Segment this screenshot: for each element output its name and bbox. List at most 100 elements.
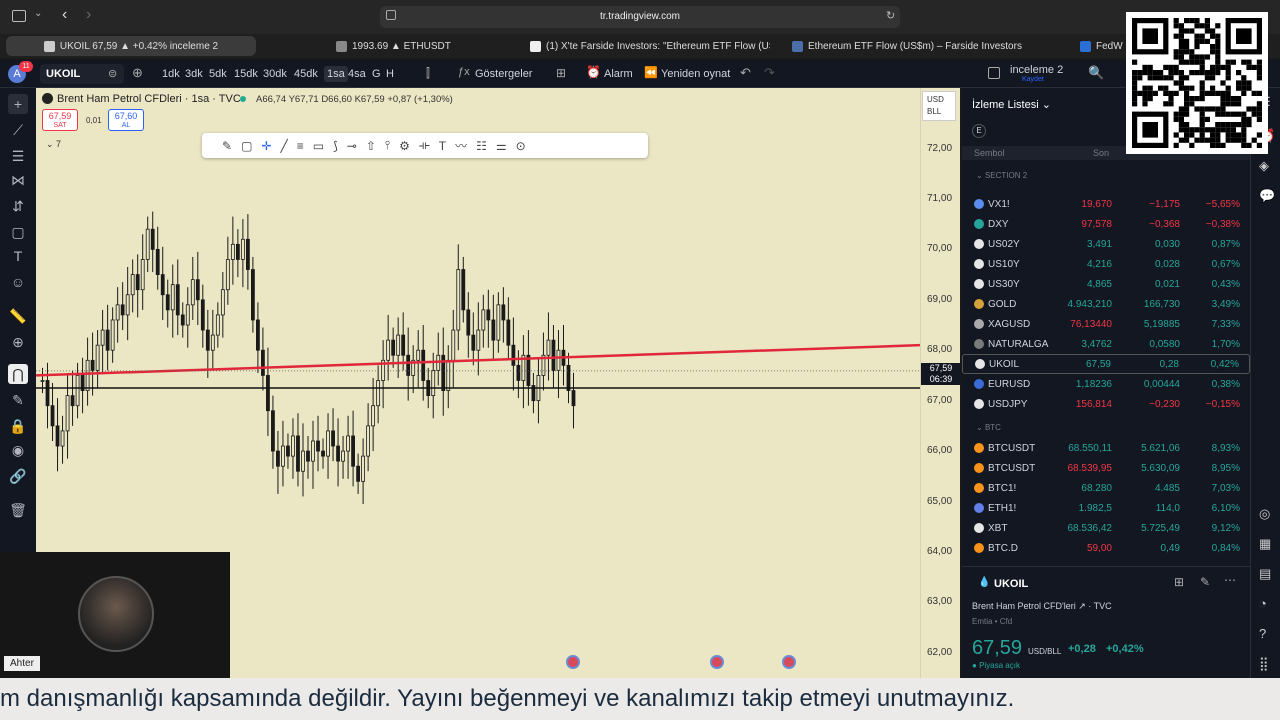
interval-3[interactable]: 15dk (234, 68, 258, 80)
currency-selector[interactable]: USD BLL (922, 91, 956, 121)
magnet-icon[interactable]: ⋂ (8, 364, 28, 384)
replay-icon[interactable]: ⏪ (644, 66, 658, 79)
arrow-up-icon[interactable]: ⇧ (366, 139, 376, 153)
watchlist-row[interactable]: UKOIL 67,59 0,28 0,42% (962, 354, 1250, 374)
line-icon[interactable]: ╱ (280, 139, 287, 153)
crosshair-icon[interactable]: ✛ (261, 139, 271, 153)
measure-icon[interactable]: ⟛ (419, 138, 430, 153)
templates-icon[interactable]: ⊞ (556, 66, 566, 80)
text-tool-icon[interactable]: T (8, 246, 28, 266)
more-icon[interactable]: ⋯ (1224, 573, 1236, 587)
watchlist-row[interactable]: XBT 68.536,42 5.725,49 9,12% (962, 518, 1250, 538)
prediction-tool-icon[interactable]: ⇵ (8, 196, 28, 216)
undo-icon[interactable]: ↶ (740, 65, 751, 81)
sliders-icon[interactable]: ☷ (476, 139, 487, 153)
add-symbol-icon[interactable]: ⊕ (132, 65, 143, 81)
watchlist-row[interactable]: BTCUSDT 68.539,95 5.630,09 8,95% (962, 458, 1250, 478)
watchlist-row[interactable]: US30Y 4,865 0,021 0,43% (962, 274, 1250, 294)
news-icon[interactable]: ▤ (1259, 566, 1271, 582)
symbol-label[interactable]: UKOIL (46, 68, 80, 80)
header-last[interactable]: Son (1093, 148, 1109, 158)
event-flag-icon[interactable] (566, 655, 580, 669)
url-text[interactable]: tr.tradingview.com (560, 11, 720, 22)
alarm-icon[interactable]: ⏰ (586, 65, 601, 79)
watchlist-row[interactable]: XAGUSD 76,13440 5,19885 7,33% (962, 314, 1250, 334)
crosshair-icon[interactable]: + (8, 94, 28, 114)
shape-tool-icon[interactable]: ▢ (8, 222, 28, 242)
edit-icon[interactable]: ✎ (1200, 575, 1210, 589)
tab-x-farside[interactable]: (1) X'te Farside Investors: "Ethereum ET… (530, 36, 770, 56)
watchlist-row[interactable]: US10Y 4,216 0,028 0,67% (962, 254, 1250, 274)
page-menu-icon[interactable] (386, 10, 396, 20)
watchlist-row[interactable]: ETH1! 1.982,5 114,0 6,10% (962, 498, 1250, 518)
chart-title[interactable]: Brent Ham Petrol CFDleri · 1sa · TVC (57, 93, 241, 105)
event-flag-icon[interactable] (710, 655, 724, 669)
search-icon[interactable]: 🔍 (1088, 65, 1104, 81)
chat-icon[interactable]: 💬 (1259, 188, 1275, 204)
chevron-down-icon[interactable]: ⌄ (34, 8, 42, 19)
brain-icon[interactable]: ⚙ (399, 139, 410, 153)
watchlist-row[interactable]: USDJPY 156,814 −0,230 −0,15% (962, 394, 1250, 414)
rss-icon[interactable]: ◔ (1259, 596, 1267, 611)
emoji-tool-icon[interactable]: ☺ (8, 272, 28, 292)
link-icon[interactable]: 🔗 (8, 466, 28, 486)
apps-icon[interactable]: ⣿ (1259, 656, 1269, 672)
grid-icon[interactable]: ⊞ (1174, 575, 1184, 589)
compare-icon[interactable]: ⊜ (108, 67, 117, 80)
lock-icon[interactable]: 🔒 (8, 416, 28, 436)
interval-6[interactable]: 1sa (324, 66, 348, 82)
settings-lines-icon[interactable]: ⚌ (496, 139, 507, 153)
reload-icon[interactable]: ↻ (886, 9, 895, 22)
interval-9[interactable]: H (386, 68, 394, 80)
watchlist-row[interactable]: BTCUSDT 68.550,11 5.621,06 8,93% (962, 438, 1250, 458)
settings-icon[interactable]: ⊙ (516, 139, 526, 153)
interval-5[interactable]: 45dk (294, 68, 318, 80)
tab-ethusdt[interactable]: 1993.69 ▲ ETHUSDT (336, 36, 516, 56)
price-axis[interactable]: USD BLL 72,00 71,00 70,00 69,00 68,00 67,00 66… (920, 88, 961, 678)
text-icon[interactable]: T (439, 139, 446, 153)
sell-button[interactable]: 67,59 SAT (42, 109, 78, 131)
indicator-toggle[interactable]: ⌄ 7 (46, 139, 61, 150)
hline-icon[interactable]: ⊸ (347, 139, 357, 153)
header-symbol[interactable]: Sembol (974, 148, 1005, 158)
interval-2[interactable]: 5dk (209, 68, 227, 80)
calendar-icon[interactable]: ▦ (1259, 536, 1271, 552)
watchlist-row[interactable]: VX1! 19,670 −1,175 −5,65% (962, 194, 1250, 214)
section-header[interactable]: ⌄ BTC (976, 423, 1001, 432)
alarm-button[interactable]: Alarm (604, 68, 633, 80)
forward-icon[interactable]: › (86, 6, 91, 24)
fib-tool-icon[interactable]: ☰ (8, 146, 28, 166)
watchlist-row[interactable]: US02Y 3,491 0,030 0,87% (962, 234, 1250, 254)
lock-drawings-icon[interactable]: ✎ (8, 390, 28, 410)
section-header[interactable]: ⌄ SECTION 2 (976, 171, 1027, 180)
back-icon[interactable]: ‹ (62, 6, 67, 24)
watchlist-title[interactable]: İzleme Listesi ⌄ (972, 98, 1051, 111)
trash-icon[interactable]: 🗑 (8, 500, 28, 520)
watchlist-row[interactable]: DXY 97,578 −0,368 −0,38% (962, 214, 1250, 234)
fork-icon[interactable]: ⫯ (385, 138, 390, 153)
pattern-tool-icon[interactable]: ⋈ (8, 170, 28, 190)
e-icon[interactable]: E (972, 124, 986, 138)
layers-icon[interactable]: ◈ (1259, 158, 1269, 174)
buy-button[interactable]: 67,60 AL (108, 109, 144, 131)
redo-icon[interactable]: ↷ (764, 65, 775, 81)
target-icon[interactable]: ◎ (1259, 506, 1270, 522)
wave-icon[interactable]: 〰 (455, 137, 467, 154)
ruler-icon[interactable]: 📏 (8, 306, 28, 326)
watchlist-row[interactable]: NATURALGA 3,4762 0,0580 1,70% (962, 334, 1250, 354)
lines-icon[interactable]: ≡ (297, 139, 304, 153)
event-flag-icon[interactable] (782, 655, 796, 669)
interval-8[interactable]: G (372, 68, 381, 80)
sidebar-toggle-icon[interactable] (12, 10, 26, 22)
layout-name[interactable]: inceleme 2 (1010, 64, 1063, 76)
watchlist-row[interactable]: GOLD 4.943,210 166,730 3,49% (962, 294, 1250, 314)
interval-0[interactable]: 1dk (162, 68, 180, 80)
hide-icon[interactable]: ◉ (8, 440, 28, 460)
interval-7[interactable]: 4sa (348, 68, 366, 80)
trendline-tool-icon[interactable]: ⟋ (8, 120, 28, 140)
tab-fedwatch[interactable]: FedW (1080, 36, 1126, 56)
chart-type-icon[interactable]: ⫿ (426, 66, 430, 81)
brush-icon[interactable]: ⟆ (333, 139, 338, 153)
watchlist-row[interactable]: EURUSD 1,18236 0,00444 0,38% (962, 374, 1250, 394)
interval-4[interactable]: 30dk (263, 68, 287, 80)
